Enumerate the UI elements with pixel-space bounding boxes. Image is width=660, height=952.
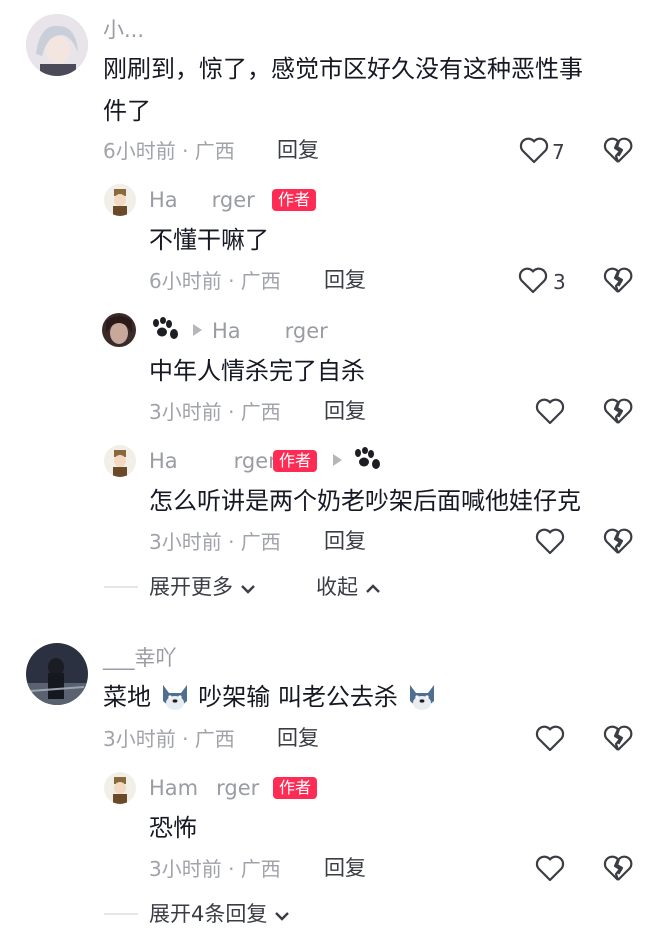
avatar[interactable]: [102, 313, 136, 347]
expand-replies-button[interactable]: 展开4条回复: [149, 904, 290, 926]
username-suffix: rger: [216, 776, 260, 800]
reply-username[interactable]: Ha rger: [149, 190, 255, 211]
collapse-button[interactable]: 收起: [316, 577, 381, 599]
author-badge: 作者: [273, 450, 318, 472]
reply-button[interactable]: 回复: [277, 728, 319, 749]
author-badge: 作者: [273, 777, 318, 799]
wolf-emoji-icon: [159, 683, 191, 713]
chevron-down-icon: [274, 905, 290, 926]
like-heart-icon[interactable]: [535, 724, 565, 756]
username-prefix: Ha: [212, 319, 241, 343]
username-prefix: Ha: [149, 188, 178, 212]
like-heart-icon[interactable]: [535, 527, 565, 559]
username-suffix: rger: [284, 319, 328, 343]
dislike-broken-heart-icon[interactable]: [603, 724, 633, 756]
avatar[interactable]: [26, 14, 88, 76]
comment-text-part: 菜地: [103, 683, 151, 711]
comment-meta: 3小时前 · 广西: [103, 727, 235, 751]
like-heart-icon[interactable]: [535, 397, 565, 429]
dislike-broken-heart-icon[interactable]: [603, 266, 633, 298]
comment-username[interactable]: ___幸吖: [103, 648, 177, 669]
like-count: 3: [553, 270, 566, 294]
wolf-emoji-icon: [406, 683, 438, 713]
reply-to-arrow-icon: [193, 324, 202, 336]
paw-print-icon: [150, 317, 180, 345]
dislike-broken-heart-icon[interactable]: [603, 527, 633, 559]
reply-button[interactable]: 回复: [324, 270, 366, 291]
reply-button[interactable]: 回复: [324, 531, 366, 552]
reply-meta: 6小时前 · 广西: [149, 269, 281, 293]
redacted-username-part: [177, 454, 234, 470]
paw-print-icon: [352, 447, 382, 475]
redacted-username-part: [198, 781, 217, 797]
reply-text: 恐怖: [149, 814, 197, 842]
reply-meta: 3小时前 · 广西: [149, 530, 281, 554]
reply-to-arrow-icon: [333, 454, 342, 466]
comment-username[interactable]: 小...: [103, 20, 144, 41]
collapse-label: 收起: [316, 575, 358, 599]
reply-meta: 3小时前 · 广西: [149, 857, 281, 881]
redacted-username-part: [240, 324, 285, 340]
comment-text-part: 吵架输 叫老公去杀: [198, 683, 398, 711]
reply-text: 中年人情杀完了自杀: [149, 357, 365, 385]
reply-button[interactable]: 回复: [324, 858, 366, 879]
author-badge: 作者: [272, 189, 317, 211]
reply-button[interactable]: 回复: [277, 140, 319, 161]
username-suffix: rger: [211, 188, 255, 212]
username-suffix: rger: [233, 449, 277, 473]
dislike-broken-heart-icon[interactable]: [603, 854, 633, 886]
like-heart-icon[interactable]: [518, 266, 548, 298]
comment-text: 菜地 吵架输 叫老公去杀: [103, 676, 438, 718]
like-heart-icon[interactable]: [535, 854, 565, 886]
redacted-username-part: [177, 193, 212, 209]
chevron-down-icon: [240, 578, 256, 599]
reply-text: 怎么听讲是两个奶老吵架后面喊他娃仔克: [149, 487, 581, 515]
thread-divider: [104, 913, 138, 915]
expand-replies-label: 展开4条回复: [149, 902, 268, 926]
avatar[interactable]: [104, 184, 136, 216]
comment-meta: 6小时前 · 广西: [103, 139, 235, 163]
like-heart-icon[interactable]: [519, 136, 549, 168]
expand-more-button[interactable]: 展开更多: [149, 577, 256, 599]
comment-text: 刚刷到，惊了，感觉市区好久没有这种恶性事: [103, 55, 583, 83]
expand-more-label: 展开更多: [149, 575, 233, 599]
reply-username[interactable]: Ha rger: [149, 451, 277, 472]
like-count: 7: [552, 140, 565, 164]
username-prefix: Ham: [149, 776, 199, 800]
dislike-broken-heart-icon[interactable]: [603, 136, 633, 168]
avatar[interactable]: [104, 445, 136, 477]
reply-username[interactable]: Ham rger: [149, 778, 259, 799]
reply-to-username[interactable]: Ha rger: [212, 321, 328, 342]
username-prefix: Ha: [149, 449, 178, 473]
avatar[interactable]: [104, 772, 136, 804]
reply-meta: 3小时前 · 广西: [149, 400, 281, 424]
chevron-up-icon: [365, 578, 381, 599]
comment-text-continued: 件了: [103, 97, 151, 125]
thread-divider: [104, 586, 138, 588]
reply-button[interactable]: 回复: [324, 401, 366, 422]
avatar[interactable]: [26, 643, 88, 705]
reply-text: 不懂干嘛了: [149, 226, 269, 254]
dislike-broken-heart-icon[interactable]: [603, 397, 633, 429]
